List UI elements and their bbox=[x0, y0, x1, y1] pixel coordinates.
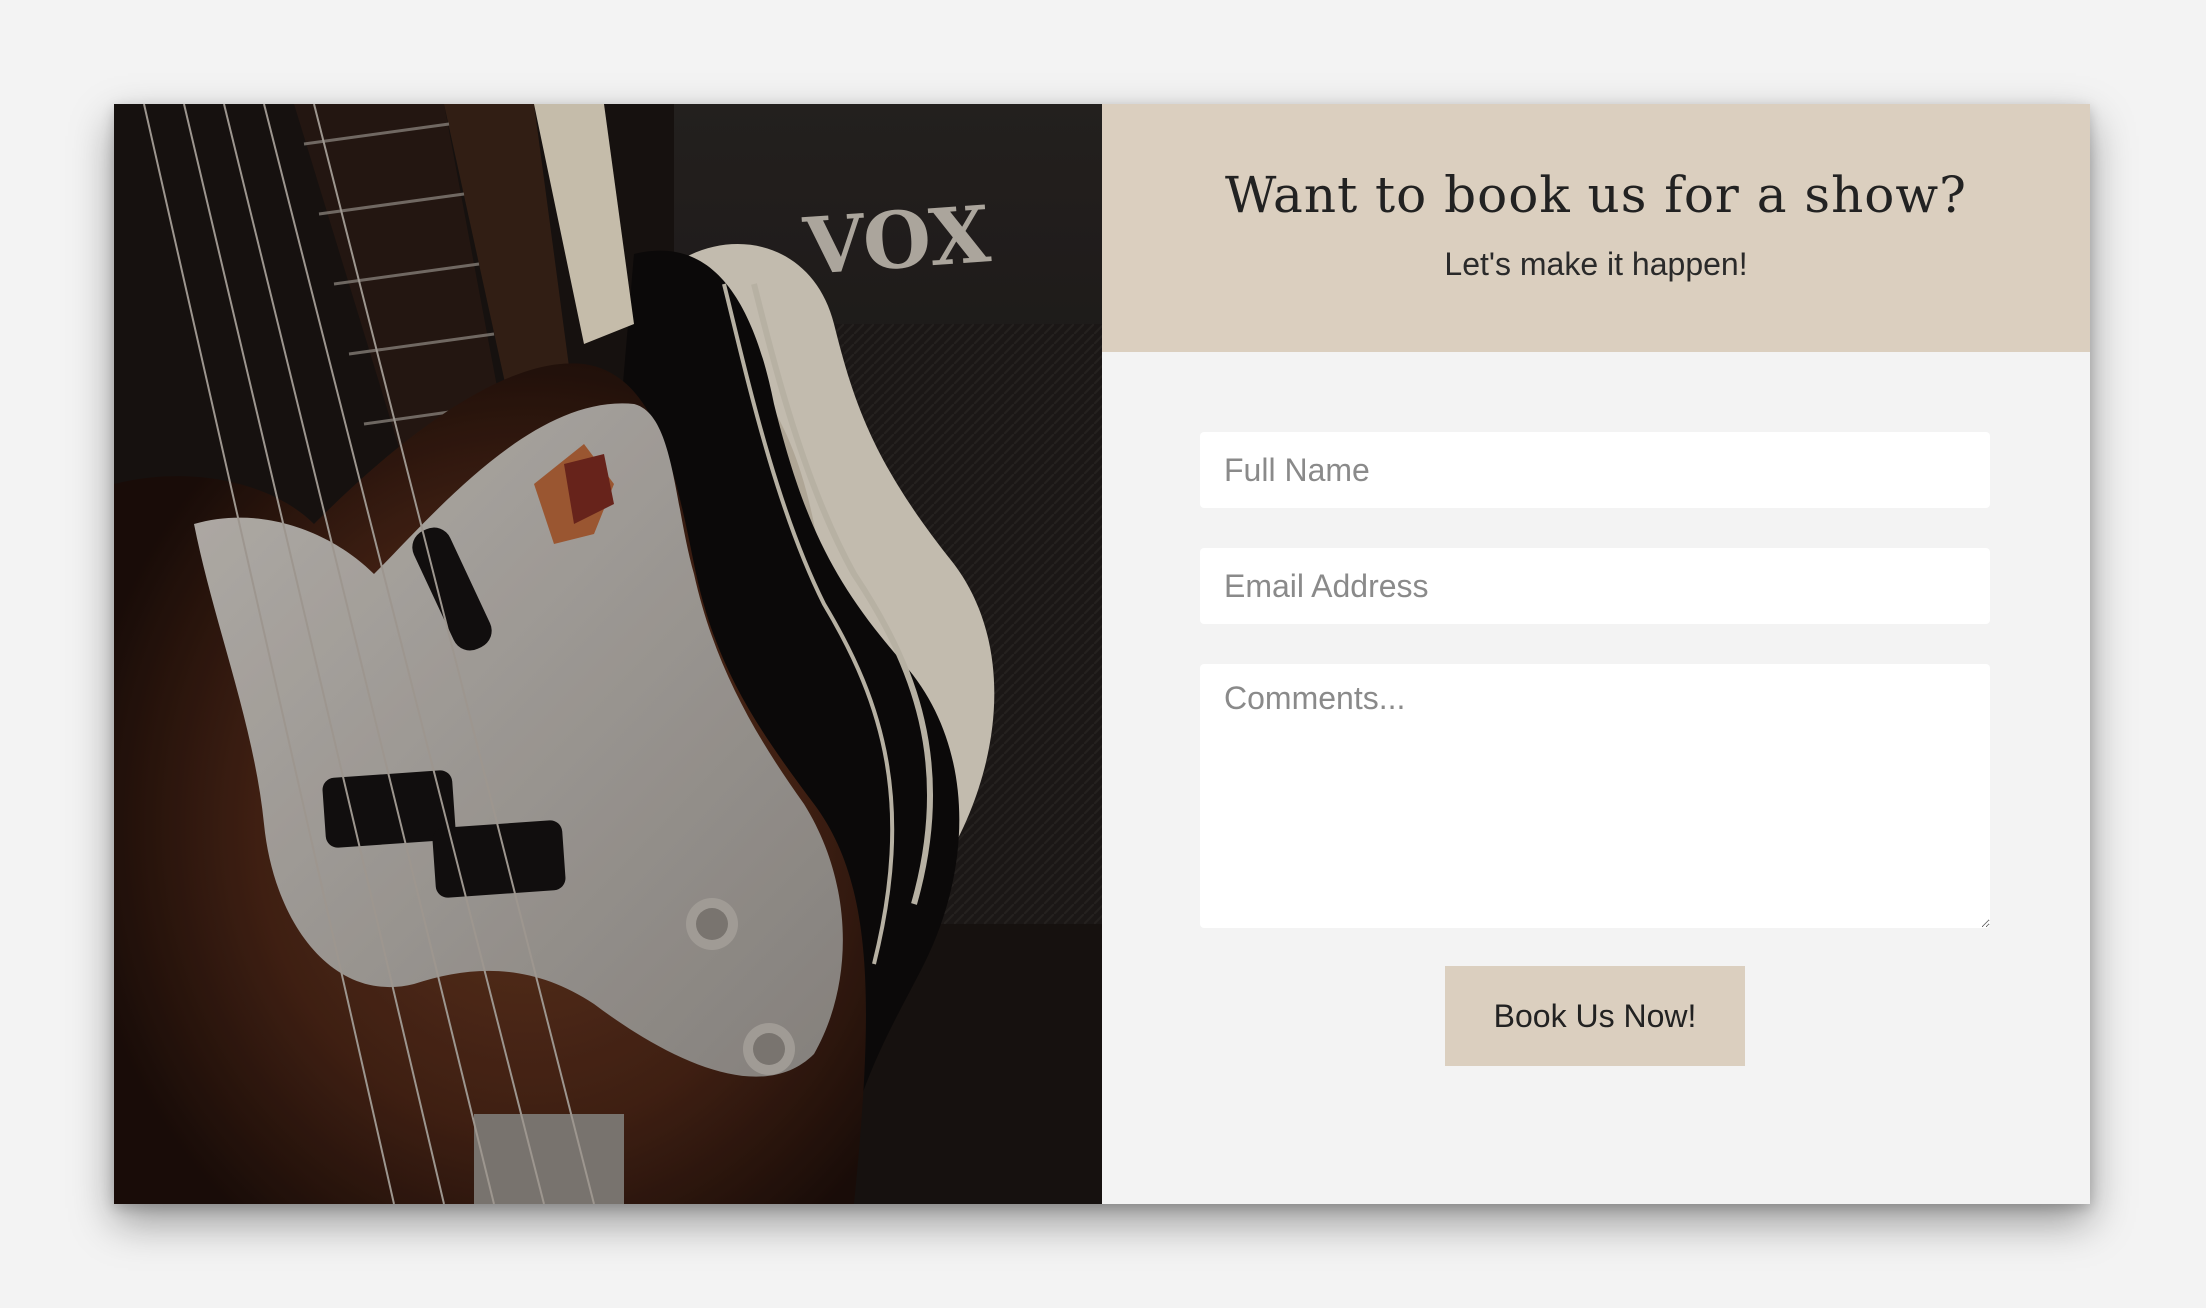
booking-form: Book Us Now! bbox=[1102, 352, 1990, 1066]
booking-header: Want to book us for a show? Let's make i… bbox=[1102, 104, 2090, 352]
booking-card: VOX Want to book us for a show? Let's ma… bbox=[114, 104, 2090, 1204]
page-title: Want to book us for a show? bbox=[1225, 166, 1967, 224]
full-name-input[interactable] bbox=[1200, 432, 1990, 508]
email-input[interactable] bbox=[1200, 548, 1990, 624]
comments-textarea[interactable] bbox=[1200, 664, 1990, 928]
page-subtitle: Let's make it happen! bbox=[1444, 246, 1748, 282]
guitars-photo: VOX bbox=[114, 104, 1102, 1204]
guitars-illustration: VOX bbox=[114, 104, 1102, 1204]
book-us-now-button[interactable]: Book Us Now! bbox=[1445, 966, 1745, 1066]
booking-panel: Want to book us for a show? Let's make i… bbox=[1102, 104, 2090, 1204]
submit-wrapper: Book Us Now! bbox=[1200, 966, 1990, 1066]
